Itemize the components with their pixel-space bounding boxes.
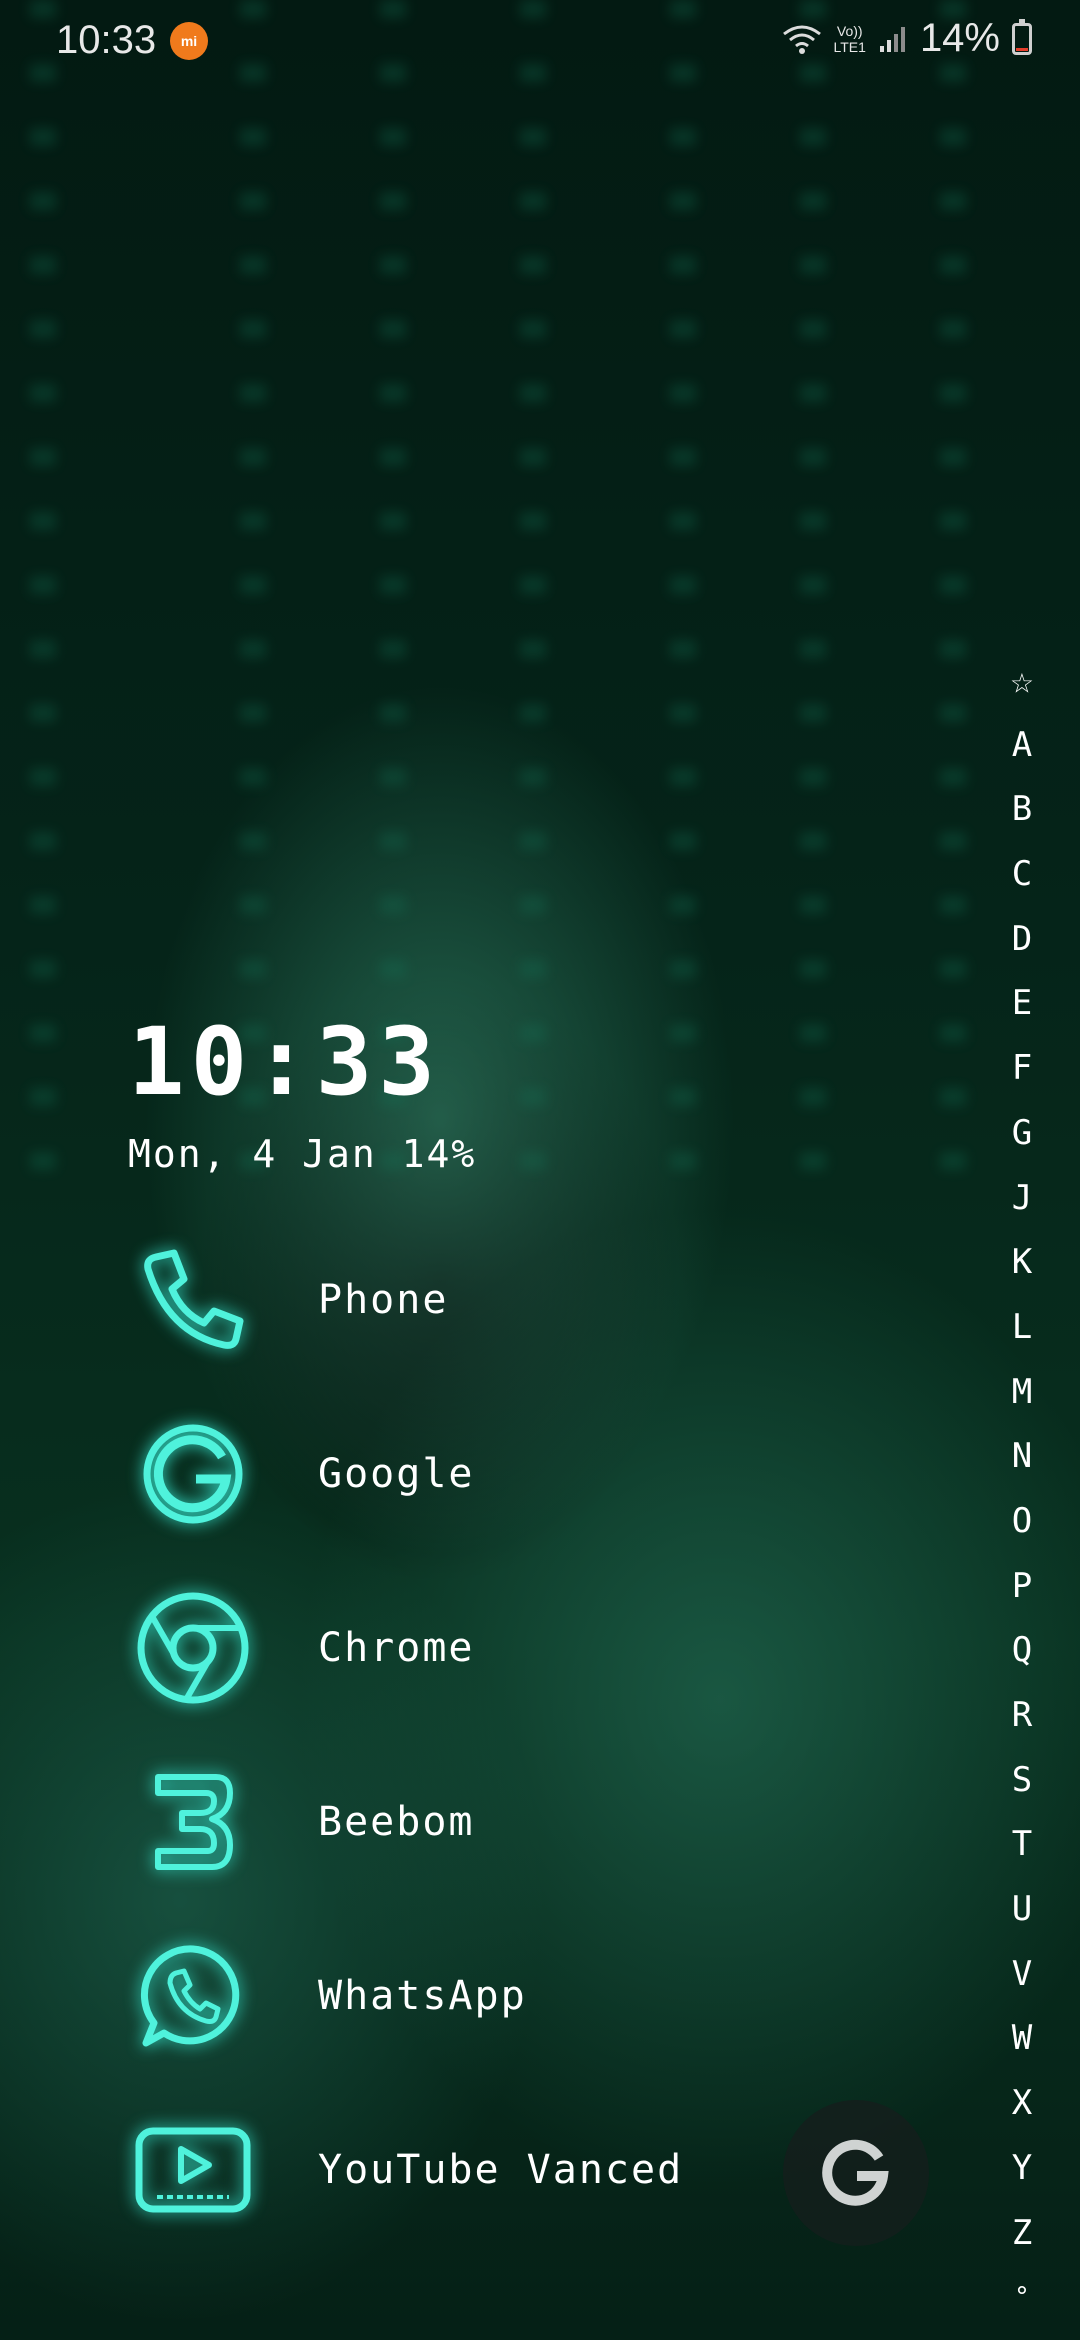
battery-percent: 14% [919,16,1000,60]
mi-icon: mi [170,22,208,60]
beebom-icon [128,1757,258,1887]
status-time: 10:33 [56,18,157,62]
home-screen: 10:33 mi Vo)) LTE1 14% 10:33 Mon, 4 Jan … [0,0,1080,2340]
clock-widget-date[interactable]: Mon, 4 Jan 14% [128,1132,476,1176]
status-bar: 10:33 mi Vo)) LTE1 14% [0,0,1080,88]
lte-label: LTE1 [833,38,866,55]
alphabet-index[interactable]: ☆ A B C D E F G J K L M N O P Q R S T U … [1000,648,1044,2330]
index-letter[interactable]: S [1000,1748,1044,1813]
index-letter[interactable]: W [1000,2006,1044,2071]
index-letter[interactable]: L [1000,1295,1044,1360]
app-item-google[interactable]: Google [128,1404,748,1544]
index-letter[interactable]: Q [1000,1618,1044,1683]
app-label: Beebom [318,1799,475,1845]
google-icon [128,1409,258,1539]
app-label: Phone [318,1277,449,1323]
index-letter[interactable]: D [1000,907,1044,972]
index-letter[interactable]: J [1000,1166,1044,1231]
index-letter[interactable]: P [1000,1554,1044,1619]
app-item-chrome[interactable]: Chrome [128,1578,748,1718]
status-icons: Vo)) LTE1 14% [782,16,1032,61]
clock-widget-time[interactable]: 10:33 [128,1008,441,1117]
index-letter[interactable]: A [1000,713,1044,778]
index-letter[interactable]: M [1000,1360,1044,1425]
wallpaper-matrix [940,0,966,1200]
app-item-phone[interactable]: Phone [128,1230,748,1370]
app-item-youtube-vanced[interactable]: YouTube Vanced [128,2100,748,2240]
index-letter[interactable]: G [1000,1101,1044,1166]
youtube-vanced-icon [128,2105,258,2235]
index-letter[interactable]: F [1000,1036,1044,1101]
index-letter[interactable]: C [1000,842,1044,907]
index-letter[interactable]: U [1000,1877,1044,1942]
index-letter[interactable]: Z [1000,2201,1044,2266]
app-item-beebom[interactable]: Beebom [128,1752,748,1892]
phone-icon [128,1235,258,1365]
app-label: Chrome [318,1625,475,1671]
index-letter[interactable]: O [1000,1489,1044,1554]
wallpaper-matrix [670,0,696,1200]
index-letter[interactable]: R [1000,1683,1044,1748]
index-letter[interactable]: Y [1000,2136,1044,2201]
app-label: Google [318,1451,475,1497]
signal-icon [879,26,905,52]
wifi-icon [782,25,821,54]
index-letter[interactable]: K [1000,1230,1044,1295]
app-label: YouTube Vanced [318,2147,684,2193]
app-label: WhatsApp [318,1973,527,2019]
volte-indicator: Vo)) LTE1 [834,23,866,55]
whatsapp-icon [128,1931,258,2061]
volte-label: Vo)) [836,22,863,39]
wallpaper-matrix [520,0,546,1200]
index-letter[interactable]: N [1000,1424,1044,1489]
battery-icon [1012,18,1032,55]
index-favorites-star-icon[interactable]: ☆ [1000,648,1044,713]
chrome-icon [128,1583,258,1713]
app-item-whatsapp[interactable]: WhatsApp [128,1926,748,2066]
wallpaper-matrix [800,0,826,1200]
google-search-button[interactable] [783,2100,929,2246]
wallpaper-matrix [30,0,56,1200]
index-letter[interactable]: B [1000,777,1044,842]
google-g-icon [822,2139,889,2206]
index-letter[interactable]: X [1000,2071,1044,2136]
index-letter[interactable]: V [1000,1942,1044,2007]
index-letter[interactable]: T [1000,1812,1044,1877]
battery-fill [1016,47,1028,51]
index-other[interactable]: ° [1000,2265,1044,2330]
index-letter[interactable]: E [1000,971,1044,1036]
